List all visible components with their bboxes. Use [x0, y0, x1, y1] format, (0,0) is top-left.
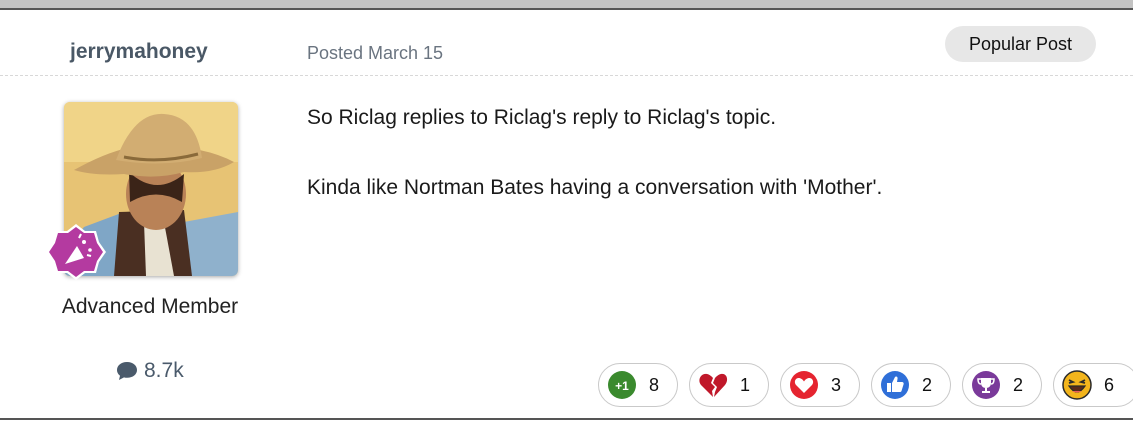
reaction-plus-one[interactable]: +1 8 [598, 363, 678, 407]
post-paragraph: So Riclag replies to Riclag's reply to R… [307, 106, 777, 129]
member-rank-badge-icon [46, 224, 106, 280]
post-count-value: 8.7k [144, 359, 184, 382]
reaction-broken-heart[interactable]: 1 [689, 363, 769, 407]
heart-icon [790, 371, 818, 399]
svg-text:+1: +1 [615, 379, 629, 393]
post-header: jerrymahoney Posted March 15 Popular Pos… [0, 10, 1133, 76]
author-username[interactable]: jerrymahoney [70, 40, 208, 64]
plus-one-icon: +1 [608, 371, 636, 399]
reaction-haha[interactable]: 6 [1053, 363, 1133, 407]
post-date[interactable]: Posted March 15 [307, 43, 443, 64]
reaction-trophy[interactable]: 2 [962, 363, 1042, 407]
reaction-like[interactable]: 2 [871, 363, 951, 407]
reaction-count: 1 [740, 375, 751, 395]
post-count[interactable]: 8.7k [116, 359, 184, 383]
thumbs-up-icon [881, 371, 909, 399]
reaction-count: 6 [1104, 375, 1115, 395]
popular-post-badge: Popular Post [945, 26, 1096, 62]
post-paragraph: Kinda like Nortman Bates having a conver… [307, 176, 883, 199]
reaction-count: 3 [831, 375, 842, 395]
reaction-count: 2 [922, 375, 933, 395]
comment-icon [117, 362, 137, 380]
bottom-divider [0, 418, 1133, 420]
reaction-heart[interactable]: 3 [780, 363, 860, 407]
trophy-icon [972, 371, 1000, 399]
reaction-count: 2 [1013, 375, 1024, 395]
laughing-face-icon [1062, 370, 1092, 400]
member-title: Advanced Member [61, 295, 239, 318]
top-border [0, 0, 1133, 8]
reaction-count: 8 [649, 375, 660, 395]
post-content: So Riclag replies to Riclag's reply to R… [307, 104, 1087, 244]
broken-heart-icon [699, 373, 728, 397]
